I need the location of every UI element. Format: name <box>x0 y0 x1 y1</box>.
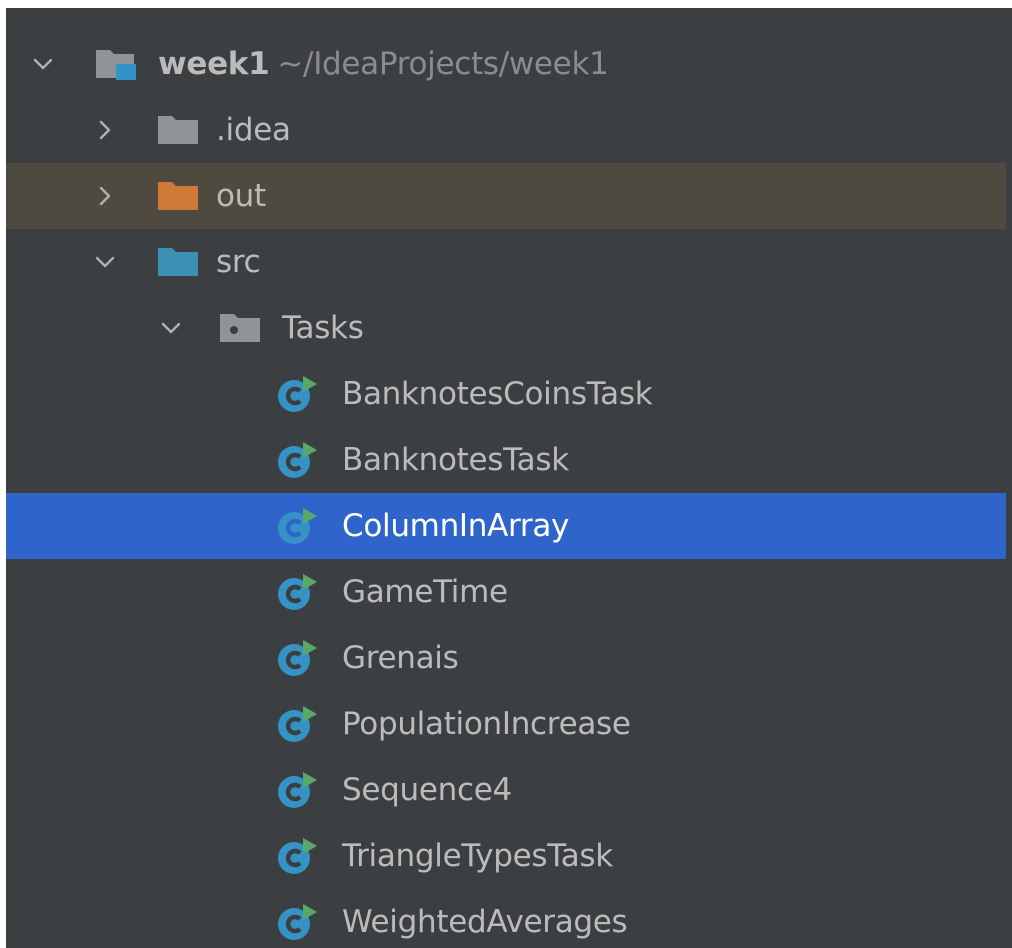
runnable-class-icon <box>276 508 320 544</box>
project-tree-panel: week1~/IdeaProjects/week1 .idea out src <box>6 8 1012 948</box>
tree-row-out[interactable]: out <box>6 163 1006 229</box>
tree-item-label: BanknotesCoinsTask <box>342 376 653 412</box>
tree-item-label: src <box>216 244 261 280</box>
excluded-folder-icon <box>156 178 200 214</box>
runnable-class-icon <box>276 376 320 412</box>
tree-item-label: TriangleTypesTask <box>342 838 613 874</box>
project-name: week1 <box>158 46 270 82</box>
tree-item-label: PopulationIncrease <box>342 706 631 742</box>
runnable-class-icon <box>276 838 320 874</box>
tree-row-class[interactable]: Grenais <box>6 625 1006 691</box>
chevron-down-icon[interactable] <box>158 315 184 341</box>
runnable-class-icon <box>276 442 320 478</box>
tree-item-label: BanknotesTask <box>342 442 569 478</box>
tree-row-class[interactable]: BanknotesCoinsTask <box>6 361 1006 427</box>
project-folder-icon <box>94 46 138 82</box>
runnable-class-icon <box>276 640 320 676</box>
tree-row-tasks[interactable]: Tasks <box>6 295 1006 361</box>
tree-row-class[interactable]: PopulationIncrease <box>6 691 1006 757</box>
tree-row-idea[interactable]: .idea <box>6 97 1006 163</box>
project-path: ~/IdeaProjects/week1 <box>277 46 609 82</box>
runnable-class-icon <box>276 772 320 808</box>
tree-row-class-selected[interactable]: ColumnInArray <box>6 493 1006 559</box>
tree-item-label: .idea <box>216 112 291 148</box>
tree-item-label: Grenais <box>342 640 459 676</box>
package-icon <box>218 310 262 346</box>
tree-item-label: Tasks <box>282 310 364 346</box>
tree-row-class[interactable]: BanknotesTask <box>6 427 1006 493</box>
runnable-class-icon <box>276 706 320 742</box>
tree-row-src[interactable]: src <box>6 229 1006 295</box>
tree-row-class[interactable]: Sequence4 <box>6 757 1006 823</box>
chevron-right-icon[interactable] <box>92 117 118 143</box>
runnable-class-icon <box>276 904 320 940</box>
tree-row-class[interactable]: WeightedAverages <box>6 889 1006 948</box>
tree-item-label: Sequence4 <box>342 772 512 808</box>
tree-item-label: WeightedAverages <box>342 904 628 940</box>
chevron-down-icon[interactable] <box>92 249 118 275</box>
chevron-down-icon[interactable] <box>30 51 56 77</box>
tree-row-class[interactable]: GameTime <box>6 559 1006 625</box>
tree-item-label: GameTime <box>342 574 508 610</box>
source-folder-icon <box>156 244 200 280</box>
runnable-class-icon <box>276 574 320 610</box>
tree-row-project-week1[interactable]: week1 ~/IdeaProjects/week1 <box>6 31 1006 97</box>
tree-item-label: ColumnInArray <box>342 508 570 544</box>
project-label: week1 ~/IdeaProjects/week1 <box>158 31 609 97</box>
chevron-right-icon[interactable] <box>92 183 118 209</box>
tree-item-label: out <box>216 178 266 214</box>
folder-icon <box>156 112 200 148</box>
tree-row-class[interactable]: TriangleTypesTask <box>6 823 1006 889</box>
